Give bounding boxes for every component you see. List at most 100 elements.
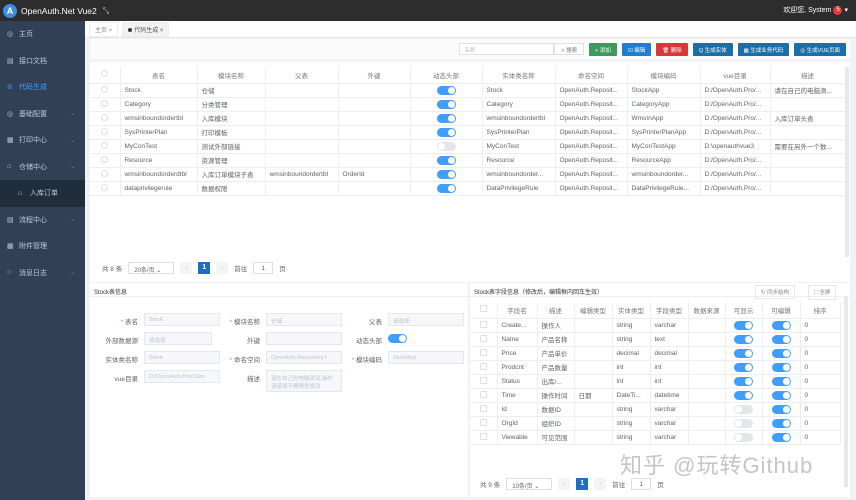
collapse-sidebar-icon[interactable]: ⤡ — [103, 6, 109, 16]
table-row[interactable]: SysPrinterPlan 打印模板 SysPrinterPlan OpenAuth… — [90, 125, 846, 140]
column-header[interactable]: 模块名称 — [197, 67, 266, 84]
module-name-field[interactable]: 仓储 — [266, 313, 342, 326]
table-row[interactable]: wmsinboundorderdtbl 入库订单模块子表 wmsinboundord… — [90, 167, 846, 182]
toggle-switch[interactable] — [436, 113, 456, 123]
table-row[interactable]: Stock 仓储 Stock OpenAuth.Reposit... StockApp D… — [90, 83, 846, 98]
table-row[interactable]: Price 产品单价 decimal decimal 0 — [470, 346, 841, 361]
caret-down-icon[interactable]: ▾ — [844, 6, 848, 14]
toggle-switch[interactable] — [771, 320, 791, 330]
column-header[interactable]: 父表 — [265, 67, 339, 84]
column-header[interactable]: 动态头部 — [410, 67, 483, 84]
prev-page-button[interactable]: ‹ — [180, 262, 193, 274]
sidebar-item[interactable]: ○ 消息日志 ⌄ — [0, 260, 85, 287]
toggle-switch[interactable] — [734, 362, 753, 372]
toggle-switch[interactable] — [734, 390, 753, 400]
radio[interactable] — [101, 99, 109, 107]
checkbox[interactable] — [479, 418, 487, 426]
table-row[interactable]: Time 操作时间 日期 DateTi... datetime 0 — [470, 388, 841, 403]
toggle-switch[interactable] — [734, 432, 753, 442]
checkbox[interactable] — [101, 70, 109, 78]
radio[interactable] — [101, 155, 109, 163]
fullscreen-button[interactable]: ⛶ 全屏 — [808, 285, 837, 300]
column-header[interactable]: 实体类型 — [612, 302, 651, 319]
sidebar-item[interactable]: ⌂ 入库订单 — [0, 180, 85, 207]
description-textarea[interactable]: 请在自己的电脑测试,操作请谨慎不要随意修改 — [266, 370, 342, 392]
namespace-field[interactable]: OpenAuth.Repository.I — [266, 351, 342, 364]
table-row[interactable]: Resource 资源管理 Resource OpenAuth.Reposit... R… — [90, 153, 846, 168]
module-code-field[interactable]: StockApp — [388, 351, 464, 364]
notification-badge[interactable]: 5 — [833, 5, 843, 15]
radio[interactable] — [101, 169, 109, 177]
entity-name-field[interactable]: Stock — [144, 351, 220, 364]
toggle-switch[interactable] — [734, 348, 753, 358]
checkbox[interactable] — [479, 432, 487, 440]
vue-dir-field[interactable]: D:/OpenAuth.Pro/Clien — [144, 370, 220, 383]
table-row[interactable]: Viewable 可见范围 string varchar 0 — [470, 430, 841, 445]
checkbox[interactable] — [479, 376, 487, 384]
sync-structure-button[interactable]: ↻ 同步结构 — [755, 285, 796, 299]
toggle-switch[interactable] — [771, 390, 791, 400]
table-row[interactable]: Create... 操作人 string varchar 0 — [470, 318, 841, 333]
generate-entity-button[interactable]: Q 生成实体 — [692, 42, 733, 56]
page-size-select[interactable]: 20条/页 ⌄ — [128, 262, 175, 274]
column-header[interactable]: 字段类型 — [650, 302, 689, 319]
table-row[interactable]: wmsinboundordertbl 入库模块 wmsinboundordertbl… — [90, 111, 846, 126]
radio[interactable] — [101, 141, 109, 149]
next-page-button[interactable]: › — [216, 262, 229, 274]
next-page-button[interactable]: › — [594, 478, 607, 490]
column-header[interactable]: 模块编码 — [627, 67, 701, 84]
scrollbar[interactable] — [844, 297, 848, 487]
page-1-button[interactable]: 1 — [576, 478, 589, 490]
table-row[interactable]: MyConTest 测试外部链接 MyConTest OpenAuth.Reposit… — [90, 139, 846, 154]
delete-button[interactable]: 🗑 删除 — [656, 42, 688, 56]
radio[interactable] — [101, 113, 109, 121]
radio[interactable] — [101, 183, 109, 191]
table-row[interactable]: OrgId 组织ID string varchar 0 — [470, 416, 841, 431]
checkbox[interactable] — [479, 390, 487, 398]
page-1-button[interactable]: 1 — [198, 262, 211, 274]
table-row[interactable]: Status 出库/... int int 0 — [470, 374, 841, 389]
column-header[interactable]: 可显示 — [725, 302, 763, 319]
generate-vue-page-button[interactable]: ◎ 生成VUE页面 — [794, 42, 846, 56]
radio[interactable] — [101, 127, 109, 135]
close-icon[interactable]: × — [158, 28, 164, 34]
sidebar-item[interactable]: ▦ 打印中心 ⌄ — [0, 127, 85, 154]
sidebar-item[interactable]: ⌂ 仓储中心 ⌄ — [0, 154, 85, 181]
toggle-switch[interactable] — [734, 334, 753, 344]
checkbox[interactable] — [479, 348, 487, 356]
dynamic-header-toggle[interactable] — [388, 334, 407, 343]
toggle-switch[interactable] — [771, 376, 791, 386]
toggle-switch[interactable] — [436, 99, 456, 109]
external-datasource-select[interactable]: 请选择 — [144, 332, 212, 345]
checkbox[interactable] — [479, 320, 487, 328]
tab-item[interactable]: 主页 × — [89, 21, 119, 37]
parent-table-select[interactable]: 请选择 — [388, 313, 464, 326]
toggle-switch[interactable] — [436, 85, 456, 95]
sidebar-item[interactable]: ▤ 接口文档 — [0, 48, 85, 75]
toggle-switch[interactable] — [734, 418, 753, 428]
checkbox[interactable] — [479, 305, 487, 313]
column-header[interactable]: 数据来源 — [688, 302, 726, 319]
sidebar-item[interactable]: ▦ 附件管理 — [0, 233, 85, 260]
checkbox[interactable] — [479, 362, 487, 370]
column-header[interactable]: 描述 — [770, 67, 846, 84]
edit-button[interactable]: ☑ 编辑 — [621, 42, 652, 56]
radio[interactable] — [101, 85, 109, 93]
toggle-switch[interactable] — [436, 169, 456, 179]
table-row[interactable]: Category 分类管理 Category OpenAuth.Reposit... C… — [90, 97, 846, 112]
toggle-switch[interactable] — [771, 348, 791, 358]
column-header[interactable]: 可编辑 — [762, 302, 801, 319]
toggle-switch[interactable] — [771, 334, 791, 344]
prev-page-button[interactable]: ‹ — [558, 478, 571, 490]
add-button[interactable]: + 添加 — [589, 42, 617, 56]
sidebar-item[interactable]: ▤ 流程中心 ⌄ — [0, 207, 85, 234]
toggle-switch[interactable] — [771, 404, 791, 414]
sidebar-item[interactable]: ◎ 基础配置 ⌄ — [0, 101, 85, 128]
scrollbar[interactable] — [845, 67, 849, 257]
table-row[interactable]: Name 产品名称 string text 0 — [470, 332, 841, 347]
toggle-switch[interactable] — [734, 404, 753, 414]
column-header[interactable]: 命名空间 — [555, 67, 628, 84]
user-menu[interactable]: 欢迎您, System 5 ▾ — [783, 5, 848, 15]
toggle-switch[interactable] — [771, 432, 791, 442]
column-header[interactable]: 外键 — [338, 67, 411, 84]
